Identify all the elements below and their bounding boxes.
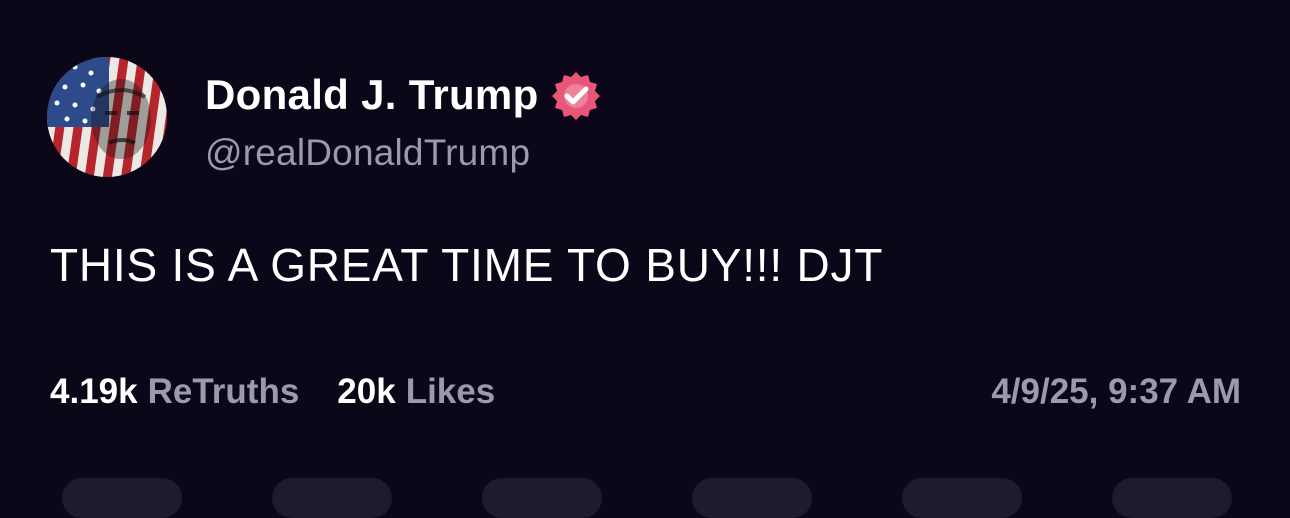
retruth-button[interactable] (272, 478, 392, 518)
avatar-image-icon (47, 57, 167, 177)
action-bar (0, 470, 1290, 518)
more-button[interactable] (1112, 478, 1232, 518)
author-name-row: Donald J. Trump (205, 68, 601, 122)
quote-button[interactable] (482, 478, 602, 518)
likes-stat[interactable]: 20k Likes (337, 372, 495, 412)
likes-count: 20k (337, 372, 396, 411)
post-timestamp: 4/9/25, 9:37 AM (991, 372, 1241, 411)
retruths-count: 4.19k (50, 372, 138, 411)
post-stats: 4.19k ReTruths 20k Likes (50, 372, 495, 412)
verified-badge-icon (551, 70, 601, 120)
likes-label: Likes (405, 372, 496, 411)
author-handle[interactable]: @realDonaldTrump (205, 132, 530, 174)
profile-avatar[interactable] (47, 57, 167, 177)
post-text: THIS IS A GREAT TIME TO BUY!!! DJT (50, 239, 884, 291)
like-button[interactable] (692, 478, 812, 518)
retruths-stat[interactable]: 4.19k ReTruths (50, 372, 299, 412)
author-display-name[interactable]: Donald J. Trump (205, 71, 539, 119)
retruths-label: ReTruths (147, 372, 300, 411)
reply-button[interactable] (62, 478, 182, 518)
share-button[interactable] (902, 478, 1022, 518)
